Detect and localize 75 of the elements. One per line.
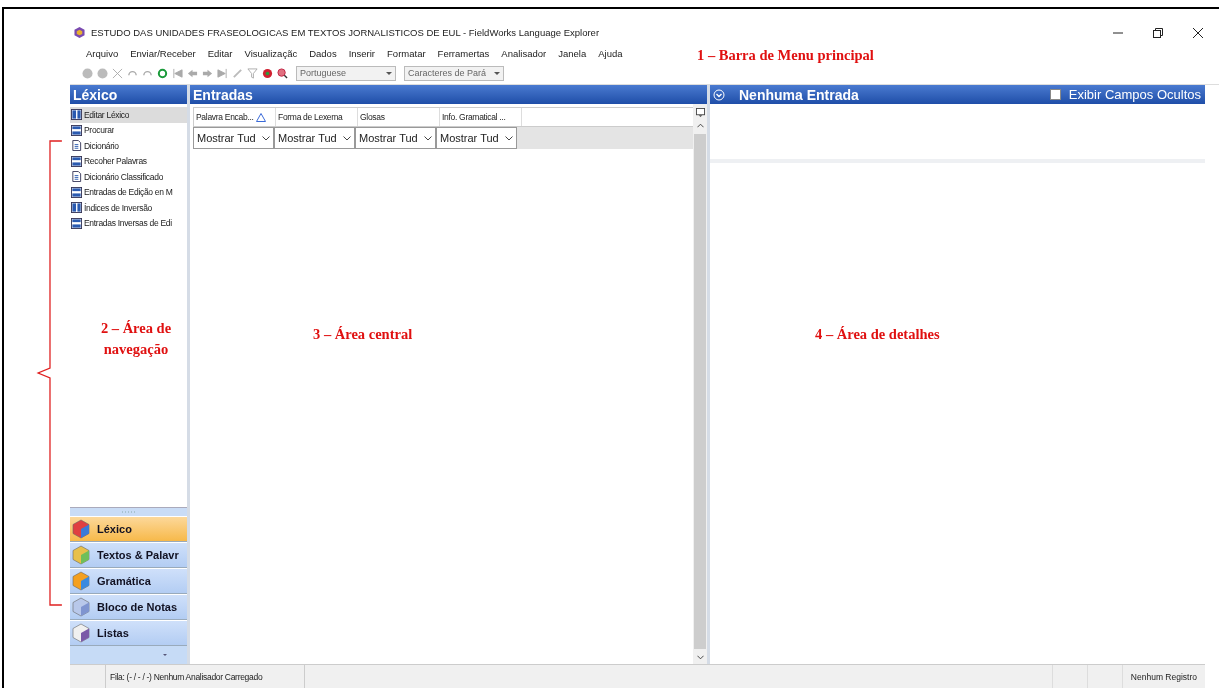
- menu-item[interactable]: Analisador: [495, 48, 553, 59]
- section-icon: [71, 597, 91, 617]
- menu-item[interactable]: Formatar: [381, 48, 432, 59]
- menu-item[interactable]: Inserir: [342, 48, 382, 59]
- writing-system-dropdown[interactable]: Portuguese: [296, 65, 396, 81]
- panel-header: Entradas: [190, 85, 707, 104]
- section-button[interactable]: Bloco de Notas: [70, 594, 187, 620]
- section-button[interactable]: Léxico: [70, 516, 187, 542]
- forward-icon[interactable]: [97, 67, 108, 79]
- left-arrow-icon[interactable]: [187, 67, 198, 79]
- column-header[interactable]: Info. Gramatical ...: [440, 108, 522, 126]
- navigation-item[interactable]: Procurar: [70, 122, 187, 138]
- checkbox[interactable]: [1049, 89, 1061, 100]
- checkbox-label[interactable]: Exibir Campos Ocultos: [1068, 87, 1201, 102]
- annotation-label: 1 – Barra de Menu principal: [697, 46, 874, 65]
- last-record-icon[interactable]: [217, 67, 228, 79]
- section-icon: [71, 519, 91, 539]
- section-icon: [71, 623, 91, 643]
- close-icon[interactable]: [1193, 27, 1203, 38]
- app-logo-icon: [74, 27, 85, 38]
- navigation-item[interactable]: Entradas de Edição en M: [70, 184, 187, 200]
- status-text: Nenhum Registro: [1121, 665, 1205, 688]
- navigation-item[interactable]: Recoher Palavras: [70, 153, 187, 169]
- navigation-item[interactable]: Entradas Inversas de Edi: [70, 215, 187, 231]
- filter-dropdown[interactable]: Mostrar Tud: [274, 127, 355, 149]
- scroll-up-icon[interactable]: [696, 123, 704, 128]
- section-icon: [71, 571, 91, 591]
- column-header[interactable]: Palavra Encab...: [194, 108, 276, 126]
- filter-dropdown[interactable]: Mostrar Tud: [193, 127, 274, 149]
- menu-item[interactable]: Dados: [303, 48, 343, 59]
- panel-header: Léxico: [70, 85, 187, 104]
- section-button[interactable]: Gramática: [70, 568, 187, 594]
- annotation-label: 4 – Área de detalhes: [815, 325, 940, 344]
- restore-icon[interactable]: [1153, 27, 1163, 38]
- scrollbar-thumb[interactable]: [694, 134, 706, 649]
- menu-item[interactable]: Ajuda: [592, 48, 629, 59]
- refresh-icon[interactable]: [157, 67, 168, 79]
- delete-icon[interactable]: [112, 67, 123, 79]
- menu-item[interactable]: Ferramertas: [431, 48, 496, 59]
- annotation-label: 3 – Área central: [313, 325, 413, 344]
- first-record-icon[interactable]: [172, 67, 183, 79]
- filter-dropdown[interactable]: Mostrar Tud: [355, 127, 436, 149]
- chevron-down-icon: [424, 135, 432, 141]
- scroll-down-icon[interactable]: [696, 655, 704, 660]
- menu-item[interactable]: Editar: [201, 48, 239, 59]
- section-button[interactable]: Textos & Palavr: [70, 542, 187, 568]
- add-entry-icon[interactable]: [262, 67, 273, 79]
- sort-icon: [255, 112, 266, 122]
- style-dropdown[interactable]: Caracteres de Pará: [404, 65, 504, 81]
- more-options-icon[interactable]: [163, 653, 167, 657]
- chevron-down-icon: [262, 135, 270, 141]
- window-title: ESTUDO DAS UNIDADES FRASEOLOGICAS EM TEXTOS JORNALISTICOS DE EUL - FieldWorks Language Explorer: [91, 27, 600, 38]
- find-entry-icon[interactable]: [277, 67, 288, 79]
- chevron-down-icon: [343, 135, 351, 141]
- section-button[interactable]: Listas: [70, 620, 187, 646]
- column-chooser-icon[interactable]: [695, 108, 705, 117]
- expand-icon[interactable]: [713, 88, 725, 101]
- navigation-item[interactable]: Dicionário: [70, 138, 187, 154]
- details-title: Nenhuma Entrada: [739, 86, 859, 103]
- navigation-item[interactable]: Editar Léxico: [70, 107, 187, 123]
- menu-item[interactable]: Enviar/Receber: [124, 48, 202, 59]
- view-icon: [71, 109, 82, 121]
- annotation-label: 2 – Área de navegação: [99, 319, 173, 359]
- column-header[interactable]: Forma de Lexema: [276, 108, 358, 126]
- status-text: Fila: (- / - / -) Nenhum Analisador Carregado: [105, 665, 305, 688]
- menu-item[interactable]: Arquivo: [80, 48, 125, 59]
- menu-item[interactable]: Janela: [552, 48, 593, 59]
- back-icon[interactable]: [82, 67, 93, 79]
- menu-item[interactable]: Visualizaçãc: [238, 48, 304, 59]
- chevron-down-icon: [505, 135, 513, 141]
- navigation-item[interactable]: Índices de Inversão: [70, 200, 187, 216]
- section-icon: [71, 545, 91, 565]
- navigation-item[interactable]: Dicionário Classificado: [70, 169, 187, 185]
- filter-dropdown[interactable]: Mostrar Tud: [436, 127, 517, 149]
- column-header[interactable]: Glosas: [358, 108, 440, 126]
